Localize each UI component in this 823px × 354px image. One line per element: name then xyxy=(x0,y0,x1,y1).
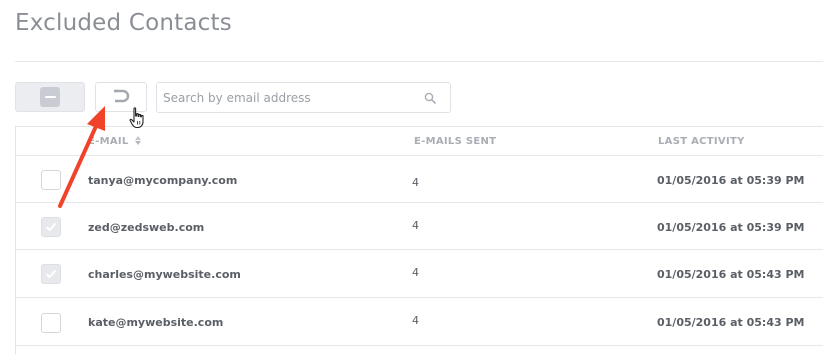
page-title: Excluded Contacts xyxy=(15,10,232,36)
row-email: kate@mywebsite.com xyxy=(88,316,224,329)
minus-square-icon xyxy=(40,87,60,107)
row-last-activity: 01/05/2016 at 05:43 PM xyxy=(657,316,805,329)
row-divider xyxy=(15,297,823,298)
row-checkbox[interactable] xyxy=(41,313,61,333)
row-last-activity: 01/05/2016 at 05:39 PM xyxy=(657,174,805,187)
title-divider xyxy=(15,61,823,62)
bulk-action-button[interactable] xyxy=(15,82,85,112)
row-divider xyxy=(15,202,823,203)
row-checkbox[interactable] xyxy=(41,170,61,190)
row-emails-sent: 4 xyxy=(412,219,419,232)
checkmark-icon xyxy=(45,269,57,279)
hand-pointer-icon xyxy=(129,107,144,129)
row-checkbox[interactable] xyxy=(41,264,61,284)
row-checkbox[interactable] xyxy=(41,217,61,237)
row-divider xyxy=(15,249,823,250)
search-field[interactable] xyxy=(156,82,451,113)
checkmark-icon xyxy=(45,222,57,232)
row-last-activity: 01/05/2016 at 05:39 PM xyxy=(657,221,805,234)
sort-icon[interactable] xyxy=(135,136,141,145)
column-header-emails-sent[interactable]: E-MAILS SENT xyxy=(414,136,496,147)
row-last-activity: 01/05/2016 at 05:43 PM xyxy=(657,268,805,281)
row-divider xyxy=(15,345,823,346)
search-input[interactable] xyxy=(163,88,413,108)
undo-icon xyxy=(114,89,130,103)
row-emails-sent: 4 xyxy=(412,266,419,279)
search-icon[interactable] xyxy=(424,92,437,105)
row-emails-sent: 4 xyxy=(412,176,419,189)
column-header-email[interactable]: E-MAIL xyxy=(88,136,129,147)
column-header-last-activity[interactable]: LAST ACTIVITY xyxy=(658,136,745,147)
row-email: zed@zedsweb.com xyxy=(88,221,205,234)
header-divider xyxy=(15,155,823,156)
row-email: charles@mywebsite.com xyxy=(88,268,241,281)
row-emails-sent: 4 xyxy=(412,314,419,327)
row-email: tanya@mycompany.com xyxy=(88,174,238,187)
